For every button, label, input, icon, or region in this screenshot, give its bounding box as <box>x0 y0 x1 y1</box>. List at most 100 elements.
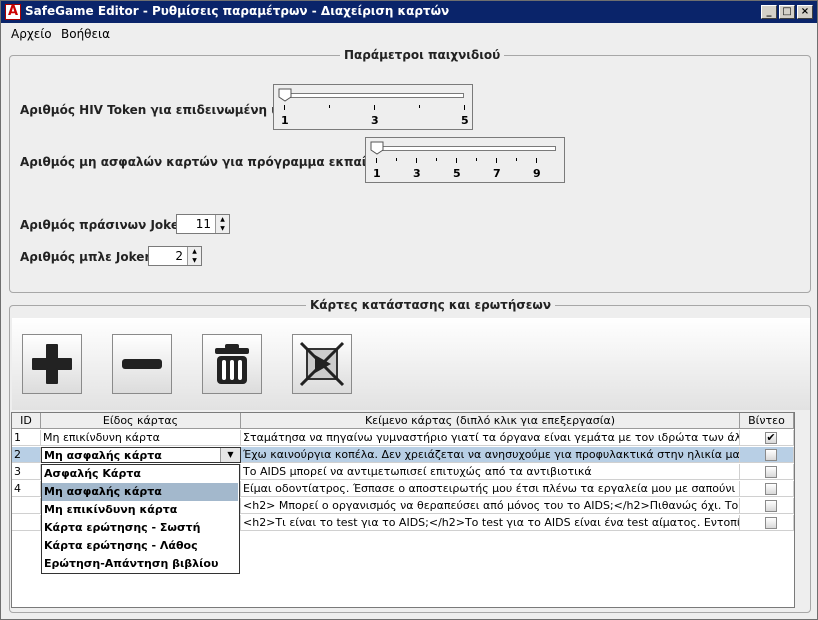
add-card-button[interactable] <box>22 334 82 394</box>
dropdown-option[interactable]: Ασφαλής Κάρτα <box>42 465 238 483</box>
cards-group-title: Κάρτες κατάστασης και ερωτήσεων <box>306 298 556 312</box>
col-header-text[interactable]: Κείμενο κάρτας (διπλό κλικ για επεξεργασ… <box>241 413 740 429</box>
cell-id <box>12 515 41 531</box>
cell-video <box>740 464 794 480</box>
cards-table[interactable]: ID Είδος κάρτας Κείμενο κάρτας (διπλό κλ… <box>11 412 795 608</box>
unsafe-tick <box>416 158 417 163</box>
blue-joker-label: Αριθμός μπλε Joker : <box>20 250 160 264</box>
green-joker-label: Αριθμός πράσινων Joker : <box>20 218 194 232</box>
no-video-icon <box>299 341 345 387</box>
app-window: A SafeGame Editor - Ρυθμίσεις παραμέτρων… <box>0 0 818 620</box>
window-title: SafeGame Editor - Ρυθμίσεις παραμέτρων -… <box>25 4 450 18</box>
params-group-title: Παράμετροι παιχνιδιού <box>340 48 505 62</box>
col-header-type[interactable]: Είδος κάρτας <box>41 413 241 429</box>
dropdown-option[interactable]: Μη επικίνδυνη κάρτα <box>42 501 238 519</box>
cell-id: 4 <box>12 481 41 497</box>
cards-group: Κάρτες κατάστασης και ερωτήσεων ID Είδος… <box>9 298 811 613</box>
cell-text[interactable]: Είμαι οδοντίατρος. Έσπασε ο αποστειρωτής… <box>241 481 740 497</box>
title-bar: A SafeGame Editor - Ρυθμίσεις παραμέτρων… <box>1 1 817 23</box>
cell-text[interactable]: Το AIDS μπορεί να αντιμετωπισεί επιτυχώς… <box>241 464 740 480</box>
cell-id <box>12 498 41 514</box>
cell-type[interactable]: Μη επικίνδυνη κάρτα <box>41 430 241 446</box>
unsafe-slider-track <box>376 146 556 151</box>
spinner-down-icon[interactable]: ▼ <box>215 224 229 233</box>
hiv-token-label: Αριθμός HIV Token για επιδεινωμένη υγεία… <box>20 103 317 117</box>
dropdown-option[interactable]: Ερώτηση-Απάντηση βιβλίου <box>42 555 238 573</box>
unsafe-tick <box>536 158 537 163</box>
unsafe-slider-thumb[interactable] <box>370 141 384 155</box>
unsafe-tick <box>476 158 477 161</box>
hiv-tick <box>374 105 375 110</box>
unsafe-tick-label: 3 <box>413 167 421 180</box>
hiv-tick-label: 3 <box>371 114 379 127</box>
hiv-tick-label: 5 <box>461 114 469 127</box>
cell-video <box>740 447 794 463</box>
video-checkbox[interactable]: ✔ <box>765 432 777 444</box>
cell-id: 3 <box>12 464 41 480</box>
hiv-slider-thumb[interactable] <box>278 88 292 102</box>
cell-text[interactable]: <h2> Μπορεί ο οργανισμός να θεραπεύσει α… <box>241 498 740 514</box>
maximize-button[interactable]: □ <box>779 5 795 19</box>
cell-text[interactable]: <h2>Τι είναι το test για το AIDS;</h2>Το… <box>241 515 740 531</box>
dropdown-option[interactable]: Κάρτα ερώτησης - Σωστή <box>42 519 238 537</box>
cell-video: ✔ <box>740 430 794 446</box>
video-checkbox[interactable] <box>765 466 777 478</box>
video-checkbox[interactable] <box>765 500 777 512</box>
blue-joker-value[interactable]: 2 <box>175 249 183 263</box>
green-joker-value[interactable]: 11 <box>196 217 211 231</box>
unsafe-tick <box>376 158 377 163</box>
hiv-tick <box>464 105 465 110</box>
spinner-up-icon[interactable]: ▲ <box>215 215 229 224</box>
hiv-token-slider[interactable]: 1 3 5 <box>273 84 473 130</box>
dropdown-arrow-icon[interactable]: ▼ <box>220 448 240 462</box>
close-button[interactable]: × <box>797 5 813 19</box>
remove-card-button[interactable] <box>112 334 172 394</box>
cell-video <box>740 515 794 531</box>
video-checkbox[interactable] <box>765 517 777 529</box>
unsafe-cards-slider[interactable]: 1 3 5 7 9 <box>365 137 565 183</box>
unsafe-tick <box>456 158 457 163</box>
col-header-video[interactable]: Βίντεο <box>740 413 794 429</box>
params-group: Παράμετροι παιχνιδιού Αριθμός HIV Token … <box>9 48 811 293</box>
unsafe-tick <box>516 158 517 161</box>
spinner-down-icon[interactable]: ▼ <box>187 256 201 265</box>
cell-text[interactable]: Έχω καινούργια κοπέλα. Δεν χρειάζεται να… <box>241 447 740 463</box>
remove-icon <box>122 359 162 369</box>
add-icon <box>32 344 72 384</box>
minimize-button[interactable]: _ <box>761 5 777 19</box>
menu-help[interactable]: Βοήθεια <box>61 27 110 41</box>
cell-text[interactable]: Σταμάτησα να πηγαίνω γυμναστήριο γιατί τ… <box>241 430 740 446</box>
cell-id: 1 <box>12 430 41 446</box>
hiv-tick-label: 1 <box>281 114 289 127</box>
delete-all-button[interactable] <box>202 334 262 394</box>
remove-video-button[interactable] <box>292 334 352 394</box>
cell-video <box>740 498 794 514</box>
hiv-tick <box>284 105 285 110</box>
table-row-selected[interactable]: 2 Μη ασφαλής κάρτα ▼ Έχω καινούργια κοπέ… <box>12 447 794 463</box>
video-checkbox[interactable] <box>765 449 777 461</box>
cell-id: 2 <box>12 447 41 463</box>
table-row[interactable]: 1 Μη επικίνδυνη κάρτα Σταμάτησα να πηγαί… <box>12 430 794 446</box>
unsafe-tick <box>396 158 397 161</box>
dropdown-value: Μη ασφαλής κάρτα <box>44 449 162 462</box>
hiv-tick <box>329 105 330 108</box>
green-joker-spinner[interactable]: 11 ▲ ▼ <box>176 214 230 234</box>
unsafe-tick-label: 9 <box>533 167 541 180</box>
card-type-dropdown[interactable]: Μη ασφαλής κάρτα ▼ <box>41 447 241 463</box>
unsafe-cards-label: Αριθμός μη ασφαλών καρτών για πρόγραμμα … <box>20 155 424 169</box>
dropdown-option[interactable]: Κάρτα ερώτησης - Λάθος <box>42 537 238 555</box>
app-logo-glyph: A <box>8 4 19 19</box>
video-checkbox[interactable] <box>765 483 777 495</box>
spinner-up-icon[interactable]: ▲ <box>187 247 201 256</box>
unsafe-tick-label: 5 <box>453 167 461 180</box>
col-header-id[interactable]: ID <box>12 413 41 429</box>
hiv-slider-track <box>284 93 464 98</box>
dropdown-option-selected[interactable]: Μη ασφαλής κάρτα <box>42 483 238 501</box>
menu-file[interactable]: Αρχείο <box>11 27 52 41</box>
unsafe-tick-label: 7 <box>493 167 501 180</box>
blue-joker-spinner[interactable]: 2 ▲ ▼ <box>148 246 202 266</box>
card-type-dropdown-list[interactable]: Ασφαλής Κάρτα Μη ασφαλής κάρτα Μη επικίν… <box>41 464 240 574</box>
trash-icon <box>215 344 249 384</box>
cell-video <box>740 481 794 497</box>
menu-bar: Αρχείο Βοήθεια <box>1 23 817 45</box>
